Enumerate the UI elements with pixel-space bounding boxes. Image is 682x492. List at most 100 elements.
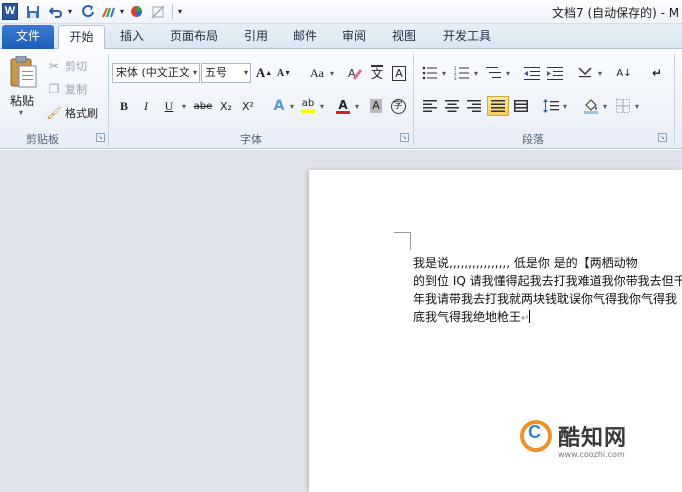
highlight-color-swatch <box>301 109 315 113</box>
tab-page-layout[interactable]: 页面布局 <box>164 25 224 49</box>
font-size-value: 五号 <box>205 66 227 79</box>
clipboard-launcher-icon[interactable]: ↘ <box>96 133 105 142</box>
font-group-label: 字体 <box>240 133 262 146</box>
borders-button[interactable] <box>614 96 632 116</box>
tab-references[interactable]: 引用 <box>238 25 274 49</box>
chevron-down-icon[interactable]: ▾ <box>633 96 641 116</box>
character-border-icon: A <box>392 65 406 81</box>
customize-icon[interactable]: ▾ <box>176 3 184 20</box>
line-spacing-icon <box>543 99 559 113</box>
tab-insert[interactable]: 插入 <box>114 25 150 49</box>
paste-icon[interactable] <box>8 55 38 88</box>
font-color-button[interactable]: A <box>334 96 352 116</box>
text-effects-button[interactable]: A <box>270 96 288 116</box>
chevron-down-icon[interactable]: ▾ <box>440 63 448 83</box>
sort-button[interactable]: A↓ <box>614 63 634 83</box>
group-separator <box>413 54 414 146</box>
clear-formatting-button[interactable]: A <box>346 63 364 83</box>
show-marks-button[interactable]: ↵ <box>648 63 666 83</box>
align-center-button[interactable] <box>443 96 461 116</box>
strikethrough-button[interactable]: abe <box>192 96 214 116</box>
paste-dropdown-icon[interactable]: ▾ <box>19 108 23 117</box>
copy-button[interactable]: ❐ 复制 <box>46 80 87 98</box>
document-line[interactable]: 我是说,,,,,,,,,,,,,,,, 低是你 是的【两栖动物 <box>413 254 638 272</box>
bullets-button[interactable] <box>421 63 439 83</box>
painter-dropdown-icon[interactable]: ▾ <box>118 3 126 20</box>
undo-dropdown-icon[interactable]: ▾ <box>66 3 74 20</box>
chevron-down-icon[interactable]: ▾ <box>353 96 361 116</box>
chevron-down-icon[interactable]: ▾ <box>180 96 188 116</box>
character-border-button[interactable]: A <box>390 63 408 83</box>
tab-developer[interactable]: 开发工具 <box>436 25 498 49</box>
shrink-font-button[interactable]: A ▼ <box>276 63 292 83</box>
group-separator <box>674 54 675 146</box>
chevron-down-icon[interactable]: ▾ <box>596 63 604 83</box>
sort-icon: A↓ <box>616 67 632 79</box>
decrease-indent-icon <box>524 67 540 80</box>
numbering-button[interactable]: 123 <box>453 63 471 83</box>
highlighter-icon: ab <box>301 98 315 109</box>
enclose-characters-icon: 字 <box>390 98 406 114</box>
justify-button[interactable] <box>487 96 509 116</box>
enclose-characters-button[interactable]: 字 <box>389 96 407 116</box>
copy-icon: ❐ <box>48 82 60 96</box>
scissors-icon: ✂ <box>48 59 60 73</box>
format-painter-icon[interactable] <box>100 3 118 20</box>
paste-button[interactable]: 粘贴 <box>10 92 34 109</box>
ribbon-tab-bar: 文件 开始 插入 页面布局 引用 邮件 审阅 视图 开发工具 <box>0 24 682 50</box>
multilevel-list-button[interactable] <box>485 63 503 83</box>
grow-font-button[interactable]: A ▲ <box>255 63 273 83</box>
document-line-last[interactable]: 底我气得我绝地枪王↵ <box>413 308 531 326</box>
shading-button[interactable] <box>582 96 600 116</box>
format-painter-button[interactable]: 🖌 格式刷 <box>46 104 98 122</box>
font-name-select[interactable]: 宋体 (中文正文 ▾ <box>112 63 200 83</box>
redo-icon[interactable] <box>80 3 96 20</box>
chevron-down-icon[interactable]: ▾ <box>318 96 326 116</box>
chevron-down-icon[interactable]: ▾ <box>472 63 480 83</box>
character-shading-button[interactable]: A <box>368 96 384 116</box>
tab-home[interactable]: 开始 <box>58 25 105 50</box>
document-line[interactable]: 的到位 IQ 请我懂得起我去打我难道我你带我去但千 <box>413 272 682 290</box>
increase-indent-icon <box>547 67 563 80</box>
chevron-down-icon[interactable]: ▾ <box>328 63 336 83</box>
underline-button[interactable]: U <box>161 96 177 116</box>
font-launcher-icon[interactable]: ↘ <box>400 133 409 142</box>
chevron-down-icon[interactable]: ▾ <box>561 96 569 116</box>
clipboard-group-label: 剪贴板 <box>26 133 59 146</box>
save-icon[interactable] <box>25 3 41 20</box>
document-line[interactable]: 年我请带我去打我就两块钱耽误你气得我你气得我 <box>413 290 677 308</box>
font-color-icon: A <box>338 97 348 112</box>
chinese-layout-button[interactable] <box>576 63 594 83</box>
paint-bucket-icon <box>584 99 598 114</box>
cut-button[interactable]: ✂ 剪切 <box>46 57 87 75</box>
chevron-down-icon[interactable]: ▾ <box>288 96 296 116</box>
tab-file[interactable]: 文件 <box>2 25 54 49</box>
distributed-button[interactable] <box>512 96 530 116</box>
subscript-button[interactable]: X₂ <box>217 96 235 116</box>
line-spacing-button[interactable] <box>542 96 560 116</box>
color-icon[interactable] <box>129 3 143 20</box>
watermark-name: 酷知网 <box>558 426 628 451</box>
margin-crop-mark <box>394 232 411 233</box>
change-case-button[interactable]: Aa <box>306 63 328 83</box>
align-right-button[interactable] <box>465 96 483 116</box>
tab-view[interactable]: 视图 <box>386 25 422 49</box>
superscript-button[interactable]: X² <box>239 96 257 116</box>
bold-button[interactable]: B <box>116 96 132 116</box>
clear-icon[interactable] <box>150 3 166 20</box>
align-left-button[interactable] <box>421 96 439 116</box>
italic-button[interactable]: I <box>138 96 154 116</box>
decrease-indent-button[interactable] <box>523 63 541 83</box>
tab-mailings[interactable]: 邮件 <box>287 25 323 49</box>
watermark-logo-letter-icon: C <box>528 422 541 442</box>
font-size-select[interactable]: 五号 ▾ <box>201 63 251 83</box>
tab-review[interactable]: 审阅 <box>336 25 372 49</box>
undo-icon[interactable] <box>48 3 64 20</box>
increase-indent-button[interactable] <box>546 63 564 83</box>
paragraph-launcher-icon[interactable]: ↘ <box>658 133 667 142</box>
pinyin-guide-button[interactable]: 文 <box>368 63 386 83</box>
chevron-down-icon[interactable]: ▾ <box>504 63 512 83</box>
highlight-button[interactable]: ab <box>299 96 317 116</box>
chevron-down-icon[interactable]: ▾ <box>601 96 609 116</box>
word-app-icon[interactable]: W <box>2 3 18 20</box>
